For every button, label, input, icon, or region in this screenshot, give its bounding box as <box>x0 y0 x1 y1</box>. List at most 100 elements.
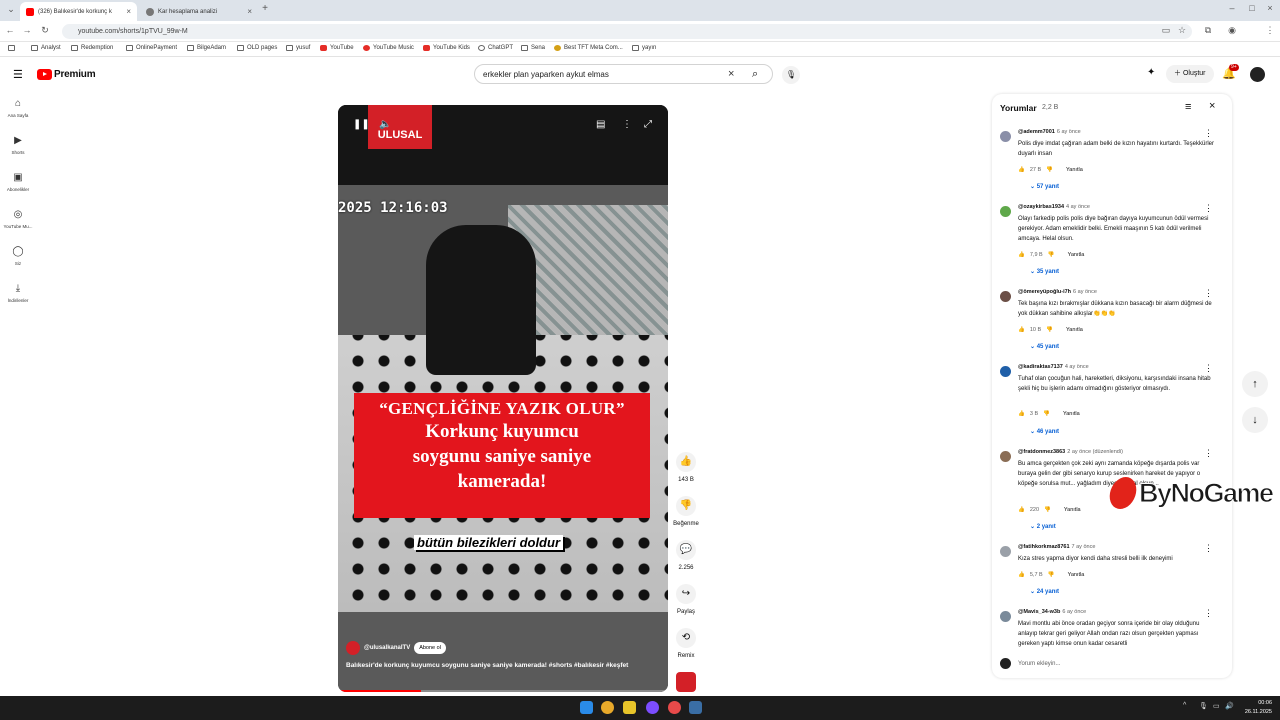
subscribe-button[interactable]: Abone ol <box>414 642 446 654</box>
more-options-icon[interactable]: ⋮ <box>622 119 632 130</box>
avatar[interactable] <box>1000 206 1011 217</box>
bookmark-star-icon[interactable]: ☆ <box>1176 25 1188 36</box>
reply-button[interactable]: Yanıtla <box>1063 411 1080 417</box>
voice-search-icon[interactable]: 🎙 <box>782 66 800 84</box>
tab-search-icon[interactable]: ⌄ <box>5 4 17 15</box>
comment-menu-icon[interactable]: ⋮ <box>1204 129 1213 138</box>
bookmark-item[interactable]: ChatGPT <box>478 45 513 51</box>
thumbs-down-icon[interactable]: 👎 <box>1046 167 1053 173</box>
like-button[interactable]: 👍 143 B <box>672 452 700 483</box>
comment-menu-icon[interactable]: ⋮ <box>1204 364 1213 373</box>
pause-icon[interactable]: ❚❚ <box>353 119 370 130</box>
captions-icon[interactable]: ▤ <box>596 119 605 130</box>
view-replies-button[interactable]: ⌄ 35 yanıt <box>1030 268 1059 275</box>
comment-handle[interactable]: @fatihkorkmaz8761 <box>1018 544 1070 550</box>
extensions-icon[interactable]: ⧉ <box>1202 25 1214 36</box>
avatar[interactable] <box>1000 291 1011 302</box>
close-window-icon[interactable]: × <box>1264 3 1276 13</box>
shorts-video-player[interactable]: ULUSAL ❚❚ 🔈 ▤ ⋮ ⤢ 2025 12:16:03 “GENÇLİĞ… <box>338 105 668 692</box>
profile-sync-icon[interactable]: ◉ <box>1226 25 1238 36</box>
thumbs-down-icon[interactable]: 👎 <box>1046 327 1053 333</box>
thumbs-up-icon[interactable]: 👍 <box>1018 167 1025 173</box>
view-replies-button[interactable]: ⌄ 46 yanıt <box>1030 428 1059 435</box>
network-icon[interactable]: ▭ <box>1213 702 1220 710</box>
comment-handle[interactable]: @Mavis_34-w3b <box>1018 609 1060 615</box>
previous-short-button[interactable]: ↑ <box>1242 371 1268 397</box>
comment-menu-icon[interactable]: ⋮ <box>1204 449 1213 458</box>
avatar[interactable] <box>1000 366 1011 377</box>
view-replies-button[interactable]: ⌄ 45 yanıt <box>1030 343 1059 350</box>
comment-menu-icon[interactable]: ⋮ <box>1204 544 1213 553</box>
bookmark-item[interactable]: OLD pages <box>237 45 277 51</box>
reload-icon[interactable]: ↻ <box>39 25 51 36</box>
thumbs-down-icon[interactable]: 👎 <box>1043 411 1050 417</box>
avatar[interactable] <box>1000 611 1011 622</box>
youtube-premium-logo[interactable]: Premium <box>37 69 96 80</box>
close-tab-icon[interactable]: × <box>247 7 252 16</box>
comment-handle[interactable]: @fratdonmez3863 <box>1018 449 1065 455</box>
comment-handle[interactable]: @ademm7001 <box>1018 129 1055 135</box>
avatar[interactable] <box>1000 451 1011 462</box>
reply-button[interactable]: Yanıtla <box>1066 167 1083 173</box>
comment-menu-icon[interactable]: ⋮ <box>1204 609 1213 618</box>
channel-avatar[interactable] <box>346 641 360 655</box>
thumbs-up-icon[interactable]: 👍 <box>1018 327 1025 333</box>
file-explorer-icon[interactable] <box>623 701 636 714</box>
comment-handle[interactable]: @ozaykirbas1934 <box>1018 204 1064 210</box>
clear-search-icon[interactable]: × <box>728 68 734 80</box>
cast-icon[interactable]: ▭ <box>1160 25 1172 36</box>
bookmark-item[interactable]: yusuf <box>286 45 310 51</box>
nav-youtube-music[interactable]: ◎ YouTube Mu... <box>0 209 36 229</box>
bookmark-item[interactable]: BilgeAdam <box>187 45 226 51</box>
mic-tray-icon[interactable]: 🎙 <box>1199 702 1208 710</box>
remix-button[interactable]: ⟲ Remix <box>672 628 700 659</box>
forward-icon[interactable]: → <box>21 25 33 35</box>
reply-button[interactable]: Yanıtla <box>1066 327 1083 333</box>
opera-icon[interactable] <box>668 701 681 714</box>
channel-name[interactable]: @ulusalkanalTV <box>364 645 410 651</box>
account-avatar[interactable] <box>1250 67 1265 82</box>
volume-icon[interactable]: 🔈 <box>379 119 391 130</box>
bookmark-item[interactable]: YouTube <box>320 45 354 51</box>
discord-icon[interactable] <box>646 701 659 714</box>
browser-menu-icon[interactable]: ⋮ <box>1264 25 1276 36</box>
steam-icon[interactable] <box>689 701 702 714</box>
view-replies-button[interactable]: ⌄ 57 yanıt <box>1030 183 1059 190</box>
search-box[interactable]: erkekler plan yaparken aykut elmas × ⌕ <box>474 64 773 84</box>
volume-tray-icon[interactable]: 🔊 <box>1225 702 1234 710</box>
tab-inactive[interactable]: Kar hesaplama analizi × <box>140 2 258 21</box>
chrome-icon[interactable] <box>601 701 614 714</box>
bookmark-item[interactable]: yayın <box>632 45 656 51</box>
comment-menu-icon[interactable]: ⋮ <box>1204 289 1213 298</box>
taskbar-clock[interactable]: 00:06 26.11.2025 <box>1236 699 1272 717</box>
create-button[interactable]: ＋ Oluştur <box>1166 65 1214 83</box>
minimize-icon[interactable]: – <box>1226 3 1238 13</box>
close-tab-icon[interactable]: × <box>126 7 131 16</box>
thumbs-up-icon[interactable]: 👍 <box>1018 252 1025 258</box>
bookmark-item[interactable]: Sena <box>521 45 545 51</box>
reply-button[interactable]: Yanıtla <box>1068 252 1085 258</box>
new-tab-icon[interactable]: + <box>259 3 271 14</box>
back-icon[interactable]: ← <box>4 25 16 35</box>
bookmark-item[interactable]: YouTube Music <box>363 45 414 51</box>
video-progress-bar[interactable] <box>338 690 668 692</box>
reply-button[interactable]: Yanıtla <box>1064 507 1081 513</box>
nav-you[interactable]: ◯ Siz <box>0 246 36 266</box>
thumbs-down-icon[interactable]: 👎 <box>1044 507 1051 513</box>
nav-home[interactable]: ⌂ Ana Sayfa <box>0 98 36 118</box>
avatar[interactable] <box>1000 131 1011 142</box>
fullscreen-icon[interactable]: ⤢ <box>644 119 652 130</box>
close-comments-icon[interactable]: × <box>1209 100 1215 112</box>
add-comment-input[interactable]: Yorum ekleyin... <box>1018 661 1060 667</box>
cast-icon[interactable]: ✦ <box>1147 67 1155 78</box>
next-short-button[interactable]: ↓ <box>1242 407 1268 433</box>
comments-button[interactable]: 💬 2.256 <box>672 540 700 571</box>
tray-chevron-icon[interactable]: ^ <box>1183 702 1186 709</box>
bookmark-item[interactable]: Best TFT Meta Com... <box>554 45 623 51</box>
url-field[interactable]: youtube.com/shorts/1pTVU_99w-M <box>62 24 1192 39</box>
search-input[interactable]: erkekler plan yaparken aykut elmas <box>483 70 609 79</box>
thumbs-down-icon[interactable]: 👎 <box>1048 572 1055 578</box>
bookmark-item[interactable]: Redemption <box>71 45 113 51</box>
nav-downloads[interactable]: ⤓ İndirilenler <box>0 283 36 303</box>
search-icon[interactable]: ⌕ <box>752 68 758 81</box>
